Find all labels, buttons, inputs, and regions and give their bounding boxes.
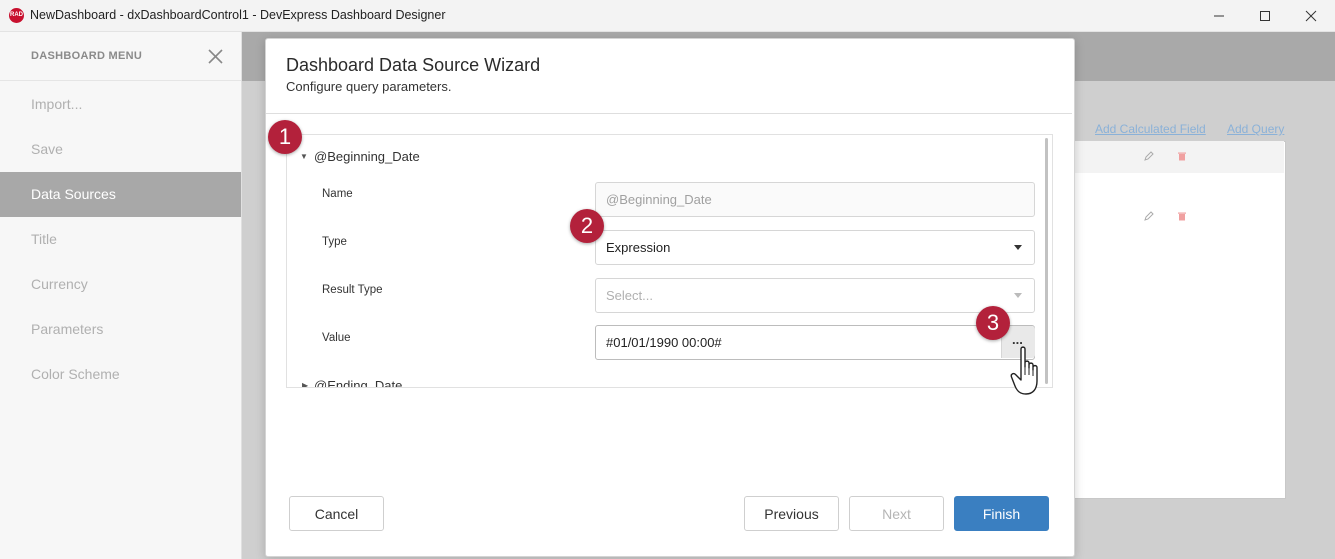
sidebar-item-save[interactable]: Save: [0, 127, 241, 172]
name-field[interactable]: @Beginning_Date: [595, 182, 1035, 217]
sidebar-item-data-sources[interactable]: Data Sources: [0, 172, 241, 217]
minimize-button[interactable]: [1196, 0, 1242, 31]
minimize-icon: [1214, 15, 1224, 17]
sidebar-item-parameters[interactable]: Parameters: [0, 307, 241, 352]
result-type-label: Result Type: [322, 284, 383, 296]
cancel-button[interactable]: Cancel: [289, 496, 384, 531]
dialog-subtitle: Configure query parameters.: [286, 79, 452, 94]
next-button[interactable]: Next: [849, 496, 944, 531]
close-icon: [1305, 10, 1317, 22]
sidebar-item-title[interactable]: Title: [0, 217, 241, 262]
add-calculated-field-link[interactable]: Add Calculated Field: [1095, 122, 1206, 136]
pencil-icon[interactable]: [1144, 151, 1154, 161]
result-type-select[interactable]: Select...: [595, 278, 1035, 313]
maximize-icon: [1260, 11, 1270, 21]
step-badge-2: 2: [570, 209, 604, 243]
close-icon: [208, 49, 223, 64]
sidebar-item-import[interactable]: Import...: [0, 82, 241, 127]
finish-button[interactable]: Finish: [954, 496, 1049, 531]
expand-arrow-icon[interactable]: ▶: [302, 381, 308, 387]
hand-cursor-icon: [1010, 346, 1038, 395]
menu-divider: [0, 80, 241, 81]
value-label: Value: [322, 332, 351, 344]
window-title: NewDashboard - dxDashboardControl1 - Dev…: [30, 8, 446, 22]
data-source-panel: [1073, 141, 1286, 499]
parameter-group-beginning-date[interactable]: @Beginning_Date: [314, 149, 420, 164]
trash-icon[interactable]: [1177, 211, 1187, 221]
parameter-group-ending-date[interactable]: @Ending_Date: [314, 378, 402, 387]
app-logo-icon: RAD: [9, 8, 24, 23]
maximize-button[interactable]: [1242, 0, 1288, 31]
sidebar-item-color-scheme[interactable]: Color Scheme: [0, 352, 241, 397]
dialog-header-divider: [266, 113, 1072, 114]
close-window-button[interactable]: [1288, 0, 1334, 31]
trash-icon[interactable]: [1177, 151, 1187, 161]
value-field[interactable]: #01/01/1990 00:00#: [595, 325, 1035, 360]
previous-button[interactable]: Previous: [744, 496, 839, 531]
add-query-link[interactable]: Add Query: [1227, 122, 1284, 136]
sidebar-item-currency[interactable]: Currency: [0, 262, 241, 307]
step-badge-3: 3: [976, 306, 1010, 340]
chevron-down-icon: [1014, 245, 1022, 250]
collapse-arrow-icon[interactable]: ▼: [300, 152, 308, 161]
pencil-icon[interactable]: [1144, 211, 1154, 221]
type-label: Type: [322, 236, 347, 248]
type-select[interactable]: Expression: [595, 230, 1035, 265]
chevron-down-icon: [1014, 293, 1022, 298]
name-label: Name: [322, 188, 353, 200]
step-badge-1: 1: [268, 120, 302, 154]
dashboard-menu-title: DASHBOARD MENU: [31, 50, 143, 62]
close-menu-button[interactable]: [207, 48, 224, 65]
dialog-title: Dashboard Data Source Wizard: [286, 55, 541, 75]
